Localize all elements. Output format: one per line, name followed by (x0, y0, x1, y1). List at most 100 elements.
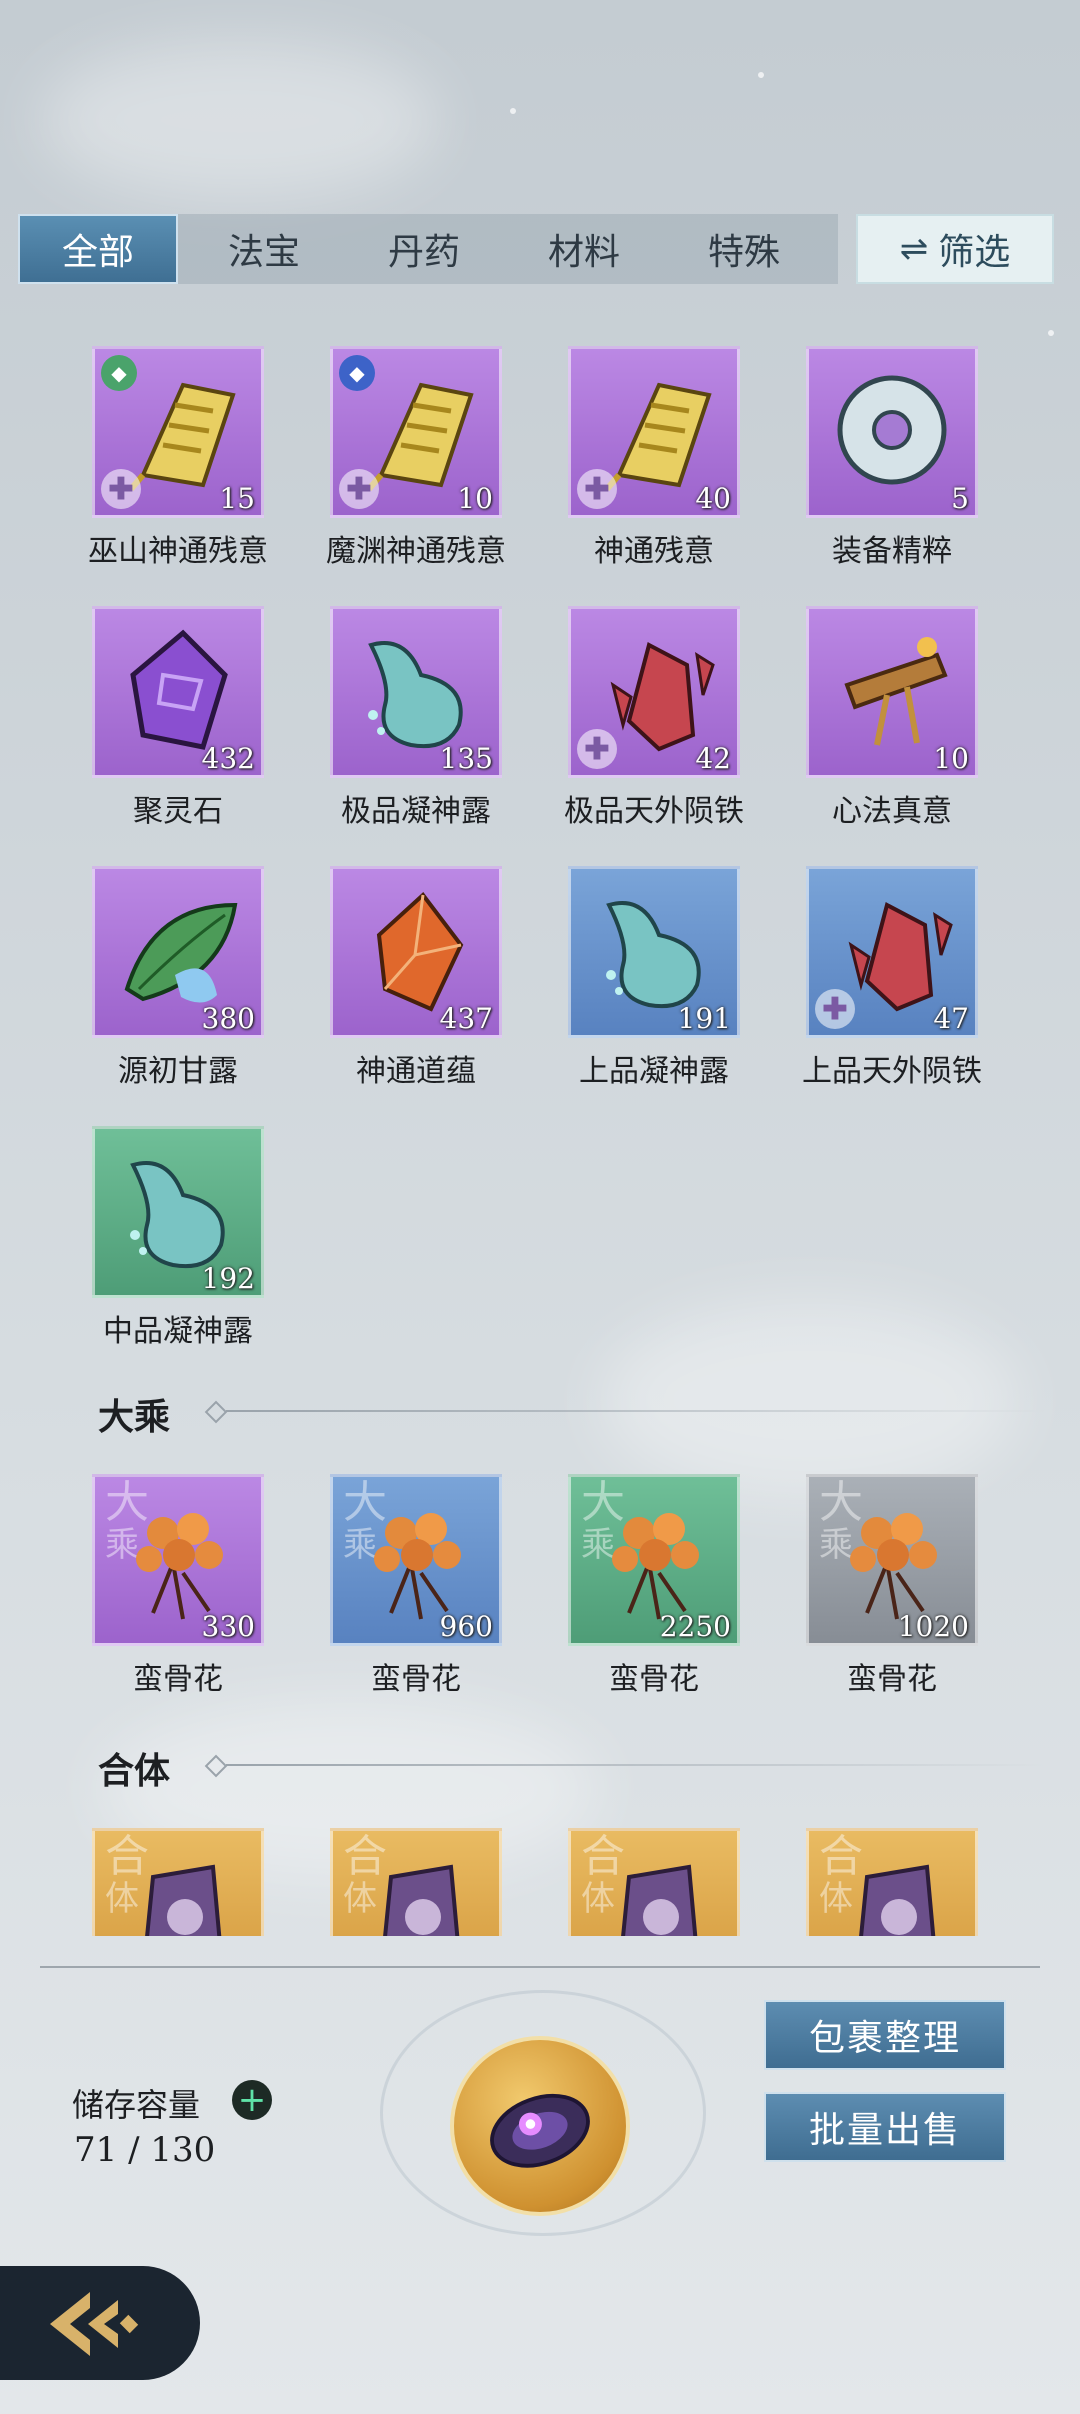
tab-materials[interactable]: 材料 (504, 214, 664, 284)
item-name: 巫山神通残意 (88, 534, 268, 569)
item-card[interactable]: ◆ ✚ 10 (330, 346, 502, 518)
item-name: 源初甘露 (118, 1054, 238, 1089)
combinable-plus-icon: ✚ (577, 729, 617, 769)
item-slot[interactable]: 合体 (568, 1828, 740, 1936)
item-card[interactable]: 380 (92, 866, 264, 1038)
combinable-plus-icon: ✚ (815, 989, 855, 1029)
tab-all[interactable]: 全部 (18, 214, 178, 284)
item-slot[interactable]: 380 源初甘露 (92, 866, 264, 1090)
item-count: 42 (695, 742, 731, 775)
item-name: 蛮骨花 (847, 1662, 937, 1697)
item-name: 装备精粹 (832, 534, 952, 569)
figure-icon (383, 1864, 460, 1936)
item-card[interactable]: 大乘 330 (92, 1474, 264, 1646)
divider-diamond-icon (204, 1400, 228, 1424)
flower-icon (612, 1513, 699, 1620)
item-slot[interactable]: 大乘 960 蛮骨花 (330, 1474, 502, 1698)
item-card[interactable]: 大乘 1020 (806, 1474, 978, 1646)
item-count: 437 (439, 1002, 493, 1035)
item-card[interactable]: 合体 (92, 1828, 264, 1936)
item-card[interactable]: 大乘 2250 (568, 1474, 740, 1646)
storage-capacity-value: 71 / 130 (74, 2130, 216, 2170)
item-card[interactable]: 437 (330, 866, 502, 1038)
back-button[interactable] (0, 2266, 200, 2380)
jade-ring-icon (837, 375, 947, 485)
item-card[interactable]: 大乘 960 (330, 1474, 502, 1646)
item-card[interactable]: 合体 (330, 1828, 502, 1936)
item-count: 380 (201, 1002, 255, 1035)
item-name: 极品凝神露 (341, 794, 491, 829)
filter-label: 筛选 (938, 232, 1011, 273)
item-slot[interactable]: 10 心法真意 (806, 606, 978, 830)
mist-decoration (40, 40, 440, 200)
faction-badge-icon: ◆ (339, 355, 375, 391)
section-divider (226, 1410, 1046, 1412)
footer-separator (40, 1966, 1040, 1968)
combinable-plus-icon: ✚ (339, 469, 379, 509)
filter-button[interactable]: ⇌ 筛选 (856, 214, 1054, 284)
item-card[interactable]: ◆ ✚ 15 (92, 346, 264, 518)
item-card[interactable]: 10 (806, 606, 978, 778)
combinable-plus-icon: ✚ (101, 469, 141, 509)
organize-bag-button[interactable]: 包裹整理 (764, 2000, 1006, 2070)
storage-bag-button[interactable] (450, 2036, 630, 2216)
item-card[interactable]: 192 (92, 1126, 264, 1298)
item-card[interactable]: ✚ 47 (806, 866, 978, 1038)
item-slot[interactable]: 191 上品凝神露 (568, 866, 740, 1090)
flower-icon (136, 1513, 223, 1620)
item-count: 330 (201, 1610, 255, 1643)
item-slot[interactable]: 432 聚灵石 (92, 606, 264, 830)
item-card[interactable]: 5 (806, 346, 978, 518)
tab-artifacts[interactable]: 法宝 (184, 214, 344, 284)
item-count: 432 (201, 742, 255, 775)
item-slot[interactable]: ✚ 47 上品天外陨铁 (802, 866, 982, 1090)
item-slot[interactable]: 合体 (806, 1828, 978, 1936)
item-slot[interactable]: 192 中品凝神露 (92, 1126, 264, 1350)
section-divider (226, 1764, 1046, 1766)
faction-badge-icon: ◆ (101, 355, 137, 391)
item-name: 魔渊神通残意 (326, 534, 506, 569)
item-slot[interactable]: 大乘 1020 蛮骨花 (806, 1474, 978, 1698)
bulk-sell-button[interactable]: 批量出售 (764, 2092, 1006, 2162)
expand-storage-plus-icon[interactable]: + (232, 2080, 272, 2120)
item-card[interactable]: 合体 (568, 1828, 740, 1936)
item-slot[interactable]: ✚ 42 极品天外陨铁 (564, 606, 744, 830)
item-card[interactable]: 191 (568, 866, 740, 1038)
leaf-dew-icon (124, 902, 238, 1003)
item-count: 10 (933, 742, 969, 775)
category-tab-bar: 全部 法宝 丹药 材料 特殊 (18, 214, 838, 284)
section-title-dacheng: 大乘 (98, 1396, 171, 1438)
sparkle-decoration (758, 72, 764, 78)
scroll-artifact-icon (844, 637, 948, 746)
item-card[interactable]: 432 (92, 606, 264, 778)
storage-capacity-label: 储存容量 (72, 2086, 201, 2124)
item-slot[interactable]: 5 装备精粹 (806, 346, 978, 570)
item-count: 1020 (897, 1610, 969, 1643)
item-card[interactable]: 135 (330, 606, 502, 778)
figure-icon (621, 1864, 698, 1936)
tab-special[interactable]: 特殊 (664, 214, 824, 284)
item-card[interactable]: 合体 (806, 1828, 978, 1936)
item-count: 40 (695, 482, 731, 515)
item-slot[interactable]: 大乘 330 蛮骨花 (92, 1474, 264, 1698)
mist-decoration (600, 1300, 1020, 1500)
item-slot[interactable]: 437 神通道蕴 (330, 866, 502, 1090)
item-slot[interactable]: 大乘 2250 蛮骨花 (568, 1474, 740, 1698)
item-name: 聚灵石 (133, 794, 223, 829)
item-slot[interactable]: 合体 (92, 1828, 264, 1936)
item-slot[interactable]: ◆ ✚ 15 巫山神通残意 (88, 346, 268, 570)
item-card[interactable]: ✚ 42 (568, 606, 740, 778)
item-slot[interactable]: ✚ 40 神通残意 (568, 346, 740, 570)
item-slot[interactable]: ◆ ✚ 10 魔渊神通残意 (326, 346, 506, 570)
item-slot[interactable]: 合体 (330, 1828, 502, 1936)
item-card[interactable]: ✚ 40 (568, 346, 740, 518)
tab-elixirs[interactable]: 丹药 (344, 214, 504, 284)
item-name: 心法真意 (832, 794, 952, 829)
item-name: 上品凝神露 (579, 1054, 729, 1089)
item-count: 191 (677, 1002, 731, 1035)
item-name: 中品凝神露 (103, 1314, 253, 1349)
item-name: 蛮骨花 (609, 1662, 699, 1697)
item-slot[interactable]: 135 极品凝神露 (330, 606, 502, 830)
item-name: 蛮骨花 (133, 1662, 223, 1697)
spirit-stone-icon (130, 629, 228, 750)
